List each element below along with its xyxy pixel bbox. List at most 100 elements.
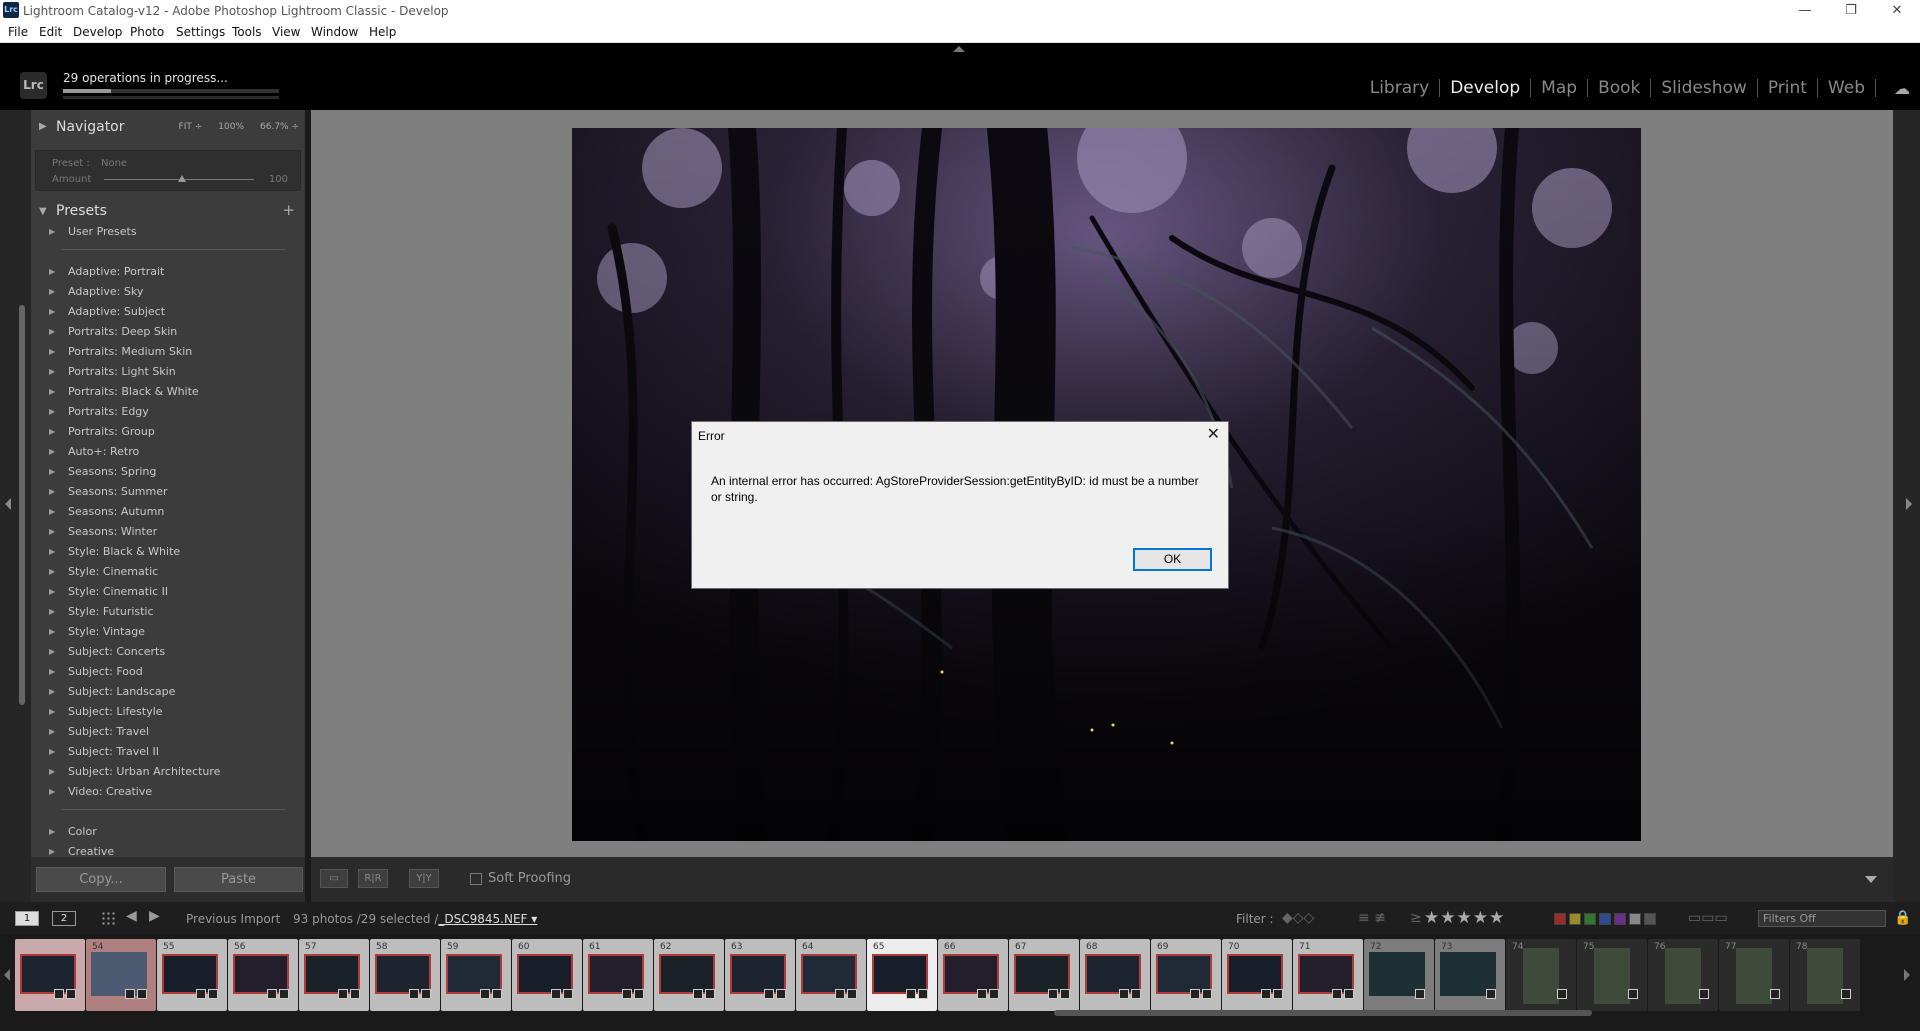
add-preset-icon[interactable]: + [282, 201, 295, 219]
preset-group-item[interactable]: ▶ Adaptive: Portrait [31, 262, 305, 282]
filmstrip-thumbnail[interactable]: 71 [1293, 939, 1363, 1011]
preset-group-item[interactable]: ▶ Seasons: Winter [31, 522, 305, 542]
filter-lock-icon[interactable]: 🔒 [1894, 910, 1911, 926]
filmstrip-thumbnail[interactable]: 76 [1648, 939, 1718, 1011]
color-filter-purple[interactable] [1614, 913, 1626, 925]
menu-file[interactable]: File [8, 25, 28, 39]
filmstrip-thumbnail[interactable] [15, 939, 85, 1011]
presets-header[interactable]: ▼ Presets + [31, 199, 305, 223]
module-slideshow[interactable]: Slideshow [1651, 78, 1756, 98]
filmstrip-right-arrow-icon[interactable] [1904, 969, 1910, 981]
color-filter-blue[interactable] [1599, 913, 1611, 925]
preset-group-item[interactable]: ▶ Auto+: Retro [31, 442, 305, 462]
module-develop[interactable]: Develop [1440, 78, 1530, 98]
filmstrip-thumbnail[interactable]: 78 [1790, 939, 1860, 1011]
loupe-view-icon[interactable]: ▭ [320, 869, 348, 888]
preset-group-item[interactable]: ▶ Style: Cinematic [31, 562, 305, 582]
filmstrip-thumbnail[interactable]: 68 [1080, 939, 1150, 1011]
preset-group-item[interactable]: ▶ Portraits: Medium Skin [31, 342, 305, 362]
preset-group-item[interactable]: ▶ Subject: Travel II [31, 742, 305, 762]
filmstrip-thumbnail[interactable]: 63 [725, 939, 795, 1011]
color-filter-green[interactable] [1584, 913, 1596, 925]
secondary-window-button[interactable]: 2 [52, 911, 76, 926]
filmstrip-thumbnail[interactable]: 61 [583, 939, 653, 1011]
menu-tools[interactable]: Tools [232, 25, 262, 39]
left-panel-scrollbar[interactable] [19, 305, 25, 705]
filmstrip-thumbnail[interactable]: 64 [796, 939, 866, 1011]
filmstrip-thumbnail[interactable]: 56 [228, 939, 298, 1011]
before-after-button[interactable]: R|R [358, 869, 388, 888]
copy-button[interactable]: Copy... [36, 867, 166, 892]
cloud-sync-icon[interactable]: ☁ [1894, 79, 1910, 98]
filmstrip-left-arrow-icon[interactable] [4, 969, 10, 981]
filmstrip-thumbnail[interactable]: 69 [1151, 939, 1221, 1011]
grid-view-icon[interactable] [101, 911, 115, 925]
edit-filter-icon[interactable]: ≡ ≢ [1358, 910, 1386, 926]
rating-comparator-icon[interactable]: ≥ [1410, 910, 1422, 926]
amount-slider-knob[interactable] [178, 175, 186, 182]
expand-right-panel-icon[interactable] [1906, 498, 1912, 510]
preset-group-item[interactable]: ▶ Subject: Food [31, 662, 305, 682]
preset-group-item[interactable]: ▶ Style: Cinematic II [31, 582, 305, 602]
preset-group-item[interactable]: ▶ Portraits: Deep Skin [31, 322, 305, 342]
soft-proofing-checkbox[interactable] [470, 873, 482, 885]
module-web[interactable]: Web [1818, 78, 1875, 98]
preset-group-item[interactable]: ▶ Subject: Landscape [31, 682, 305, 702]
kind-filter-icon[interactable]: ▭▭▭ [1688, 910, 1728, 926]
minimize-icon[interactable]: — [1782, 0, 1828, 22]
ok-button[interactable]: OK [1133, 548, 1212, 571]
preset-group-item[interactable]: ▶ Adaptive: Sky [31, 282, 305, 302]
filmstrip-source[interactable]: Previous Import [186, 912, 280, 926]
filmstrip-thumbnail[interactable]: 66 [938, 939, 1008, 1011]
color-filter-none[interactable] [1644, 913, 1656, 925]
filmstrip-thumbnail[interactable]: 70 [1222, 939, 1292, 1011]
main-window-button[interactable]: 1 [15, 911, 39, 926]
filmstrip-thumbnail[interactable]: 72 [1364, 939, 1434, 1011]
forward-arrow-icon[interactable]: ▶ [149, 908, 160, 924]
filmstrip-thumbnail[interactable]: 60 [512, 939, 582, 1011]
preset-group-item[interactable]: ▶ Creative [31, 842, 305, 857]
filmstrip-thumbnail[interactable]: 67 [1009, 939, 1079, 1011]
zoom-100[interactable]: 100% [218, 122, 244, 132]
module-library[interactable]: Library [1360, 78, 1439, 98]
preset-group-item[interactable]: ▶ Style: Vintage [31, 622, 305, 642]
filmstrip-thumbnail[interactable]: 62 [654, 939, 724, 1011]
menu-photo[interactable]: Photo [130, 25, 164, 39]
filmstrip-thumbnail[interactable]: 55 [157, 939, 227, 1011]
restore-icon[interactable]: ❐ [1828, 0, 1874, 22]
filmstrip-scrollbar[interactable] [1054, 1010, 1592, 1016]
filmstrip-thumbnail[interactable]: 65 [867, 939, 937, 1011]
close-window-icon[interactable]: ✕ [1874, 0, 1920, 22]
before-after-yy-button[interactable]: Y|Y [409, 869, 439, 888]
paste-button[interactable]: Paste [174, 867, 303, 892]
flag-filter-icon[interactable]: ◆◇◇ [1282, 910, 1314, 926]
filters-dropdown[interactable]: Filters Off [1758, 910, 1886, 927]
preset-group-item[interactable]: ▶ Style: Futuristic [31, 602, 305, 622]
color-filter-yellow[interactable] [1569, 913, 1581, 925]
current-filename[interactable]: _DSC9845.NEF ▾ [438, 912, 537, 926]
filmstrip-thumbnail[interactable]: 54 [86, 939, 156, 1011]
color-filter-other[interactable] [1629, 913, 1641, 925]
preset-group-item[interactable]: ▶ Subject: Lifestyle [31, 702, 305, 722]
preset-group-item[interactable]: ▶ Color [31, 822, 305, 842]
preset-group-item[interactable]: ▶ User Presets [31, 222, 305, 242]
menu-window[interactable]: Window [311, 25, 358, 39]
zoom-fit[interactable]: FIT ÷ [179, 122, 203, 132]
module-book[interactable]: Book [1588, 78, 1650, 98]
menu-help[interactable]: Help [369, 25, 396, 39]
dialog-close-icon[interactable]: ✕ [1207, 424, 1220, 444]
filmstrip-thumbnail[interactable]: 58 [370, 939, 440, 1011]
menu-edit[interactable]: Edit [39, 25, 62, 39]
filmstrip-thumbnail[interactable]: 77 [1719, 939, 1789, 1011]
filmstrip-thumbnail[interactable]: 73 [1435, 939, 1505, 1011]
preset-group-item[interactable]: ▶ Seasons: Spring [31, 462, 305, 482]
color-filter-red[interactable] [1554, 913, 1566, 925]
preset-group-item[interactable]: ▶ Subject: Concerts [31, 642, 305, 662]
zoom-custom[interactable]: 66.7% ÷ [260, 122, 299, 132]
menu-view[interactable]: View [272, 25, 300, 39]
module-print[interactable]: Print [1758, 78, 1817, 98]
preset-group-item[interactable]: ▶ Seasons: Autumn [31, 502, 305, 522]
toolbar-menu-icon[interactable] [1865, 876, 1877, 883]
filmstrip-thumbnail[interactable]: 75 [1577, 939, 1647, 1011]
collapse-left-panel-icon[interactable] [5, 498, 11, 510]
